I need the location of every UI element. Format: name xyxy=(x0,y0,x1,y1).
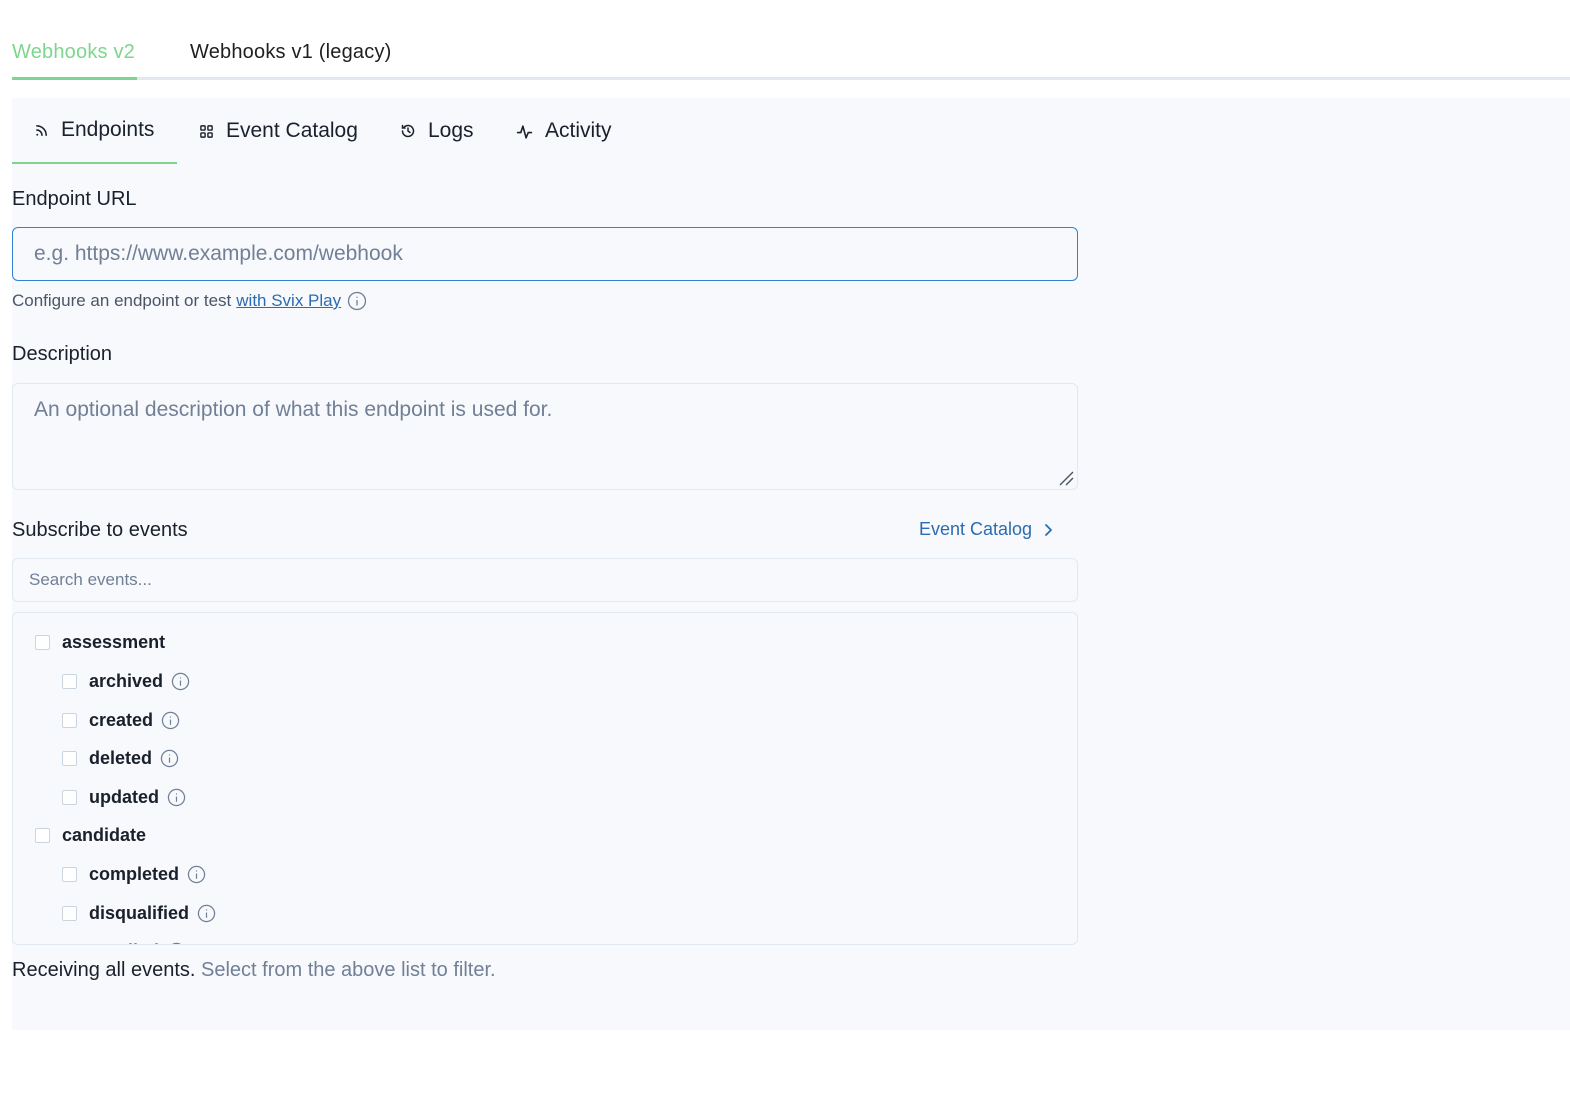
info-icon[interactable] xyxy=(197,904,216,923)
tab-endpoints-label: Endpoints xyxy=(61,118,155,141)
checkbox[interactable] xyxy=(62,905,77,921)
note-muted: Select from the above list to filter. xyxy=(201,959,496,981)
help-text: Configure an endpoint or test xyxy=(12,291,232,310)
checkbox[interactable] xyxy=(62,673,77,689)
tab-activity[interactable]: Activity xyxy=(516,98,612,164)
resize-handle-icon[interactable] xyxy=(1058,470,1074,486)
tab-logs[interactable]: Logs xyxy=(400,98,474,164)
checkbox[interactable] xyxy=(62,750,77,766)
event-item[interactable]: completed xyxy=(62,862,206,886)
event-catalog-link-label: Event Catalog xyxy=(919,519,1033,539)
tab-logs-label: Logs xyxy=(428,119,474,142)
grid-icon xyxy=(200,124,213,138)
description-label: Description xyxy=(12,343,113,365)
tab-event-catalog[interactable]: Event Catalog xyxy=(199,98,358,164)
info-icon[interactable] xyxy=(347,291,367,311)
events-tree[interactable]: assessment archived created deleted upda… xyxy=(12,612,1078,945)
tab-event-catalog-label: Event Catalog xyxy=(226,119,358,142)
event-item-label: completed xyxy=(89,863,180,884)
events-filter-note: Receiving all events. Select from the ab… xyxy=(12,959,496,982)
endpoint-help-text: Configure an endpoint or test with Svix … xyxy=(12,291,367,311)
history-icon xyxy=(401,124,415,138)
event-group-label: candidate xyxy=(62,824,147,845)
info-icon[interactable] xyxy=(187,865,206,884)
tab-activity-label: Activity xyxy=(545,119,612,142)
chevron-right-icon xyxy=(1045,523,1052,536)
info-icon[interactable] xyxy=(167,942,186,946)
endpoint-url-label: Endpoint URL xyxy=(12,188,137,210)
info-icon[interactable] xyxy=(171,672,190,691)
checkbox[interactable] xyxy=(62,866,77,882)
event-item-label: enrolled xyxy=(89,941,159,945)
sub-tab-bar: Endpoints Event Catalog Logs Activity xyxy=(12,98,712,164)
info-icon[interactable] xyxy=(160,749,179,768)
event-item[interactable]: archived xyxy=(62,669,190,693)
webhooks-panel: Endpoints Event Catalog Logs Activity En… xyxy=(12,98,1570,1030)
event-item[interactable]: disqualified xyxy=(62,901,216,925)
svix-play-link[interactable]: with Svix Play xyxy=(236,291,341,311)
event-group-candidate[interactable]: candidate xyxy=(35,823,146,847)
event-item-label: deleted xyxy=(89,747,153,768)
event-catalog-link[interactable]: Event Catalog xyxy=(919,519,1054,540)
info-icon[interactable] xyxy=(167,788,186,807)
search-events-input[interactable] xyxy=(12,558,1078,602)
info-icon[interactable] xyxy=(161,711,180,730)
tab-endpoints[interactable]: Endpoints xyxy=(12,98,177,164)
event-item[interactable]: deleted xyxy=(62,746,179,770)
checkbox[interactable] xyxy=(35,634,50,650)
rss-icon xyxy=(36,124,47,136)
checkbox[interactable] xyxy=(62,943,77,944)
event-group-label: assessment xyxy=(62,631,166,652)
checkbox[interactable] xyxy=(62,712,77,728)
top-tab-bar: Webhooks v2 Webhooks v1 (legacy) xyxy=(12,26,1570,80)
event-item[interactable]: created xyxy=(62,708,180,732)
event-item-label: disqualified xyxy=(89,902,190,923)
event-item[interactable]: enrolled xyxy=(62,939,186,946)
event-item-label: created xyxy=(89,709,154,730)
note-strong: Receiving all events. xyxy=(12,959,196,981)
tab-webhooks-v2[interactable]: Webhooks v2 xyxy=(12,26,137,80)
description-textarea[interactable] xyxy=(12,383,1078,490)
tab-webhooks-v1-legacy[interactable]: Webhooks v1 (legacy) xyxy=(190,26,392,80)
event-item-label: archived xyxy=(89,670,164,691)
subscribe-events-label: Subscribe to events xyxy=(12,519,188,541)
event-item[interactable]: updated xyxy=(62,785,186,809)
checkbox[interactable] xyxy=(35,827,50,843)
event-group-assessment[interactable]: assessment xyxy=(35,630,165,654)
event-item-label: updated xyxy=(89,786,159,807)
checkbox[interactable] xyxy=(62,789,77,805)
endpoint-url-input[interactable] xyxy=(12,227,1078,281)
activity-icon xyxy=(516,124,533,139)
